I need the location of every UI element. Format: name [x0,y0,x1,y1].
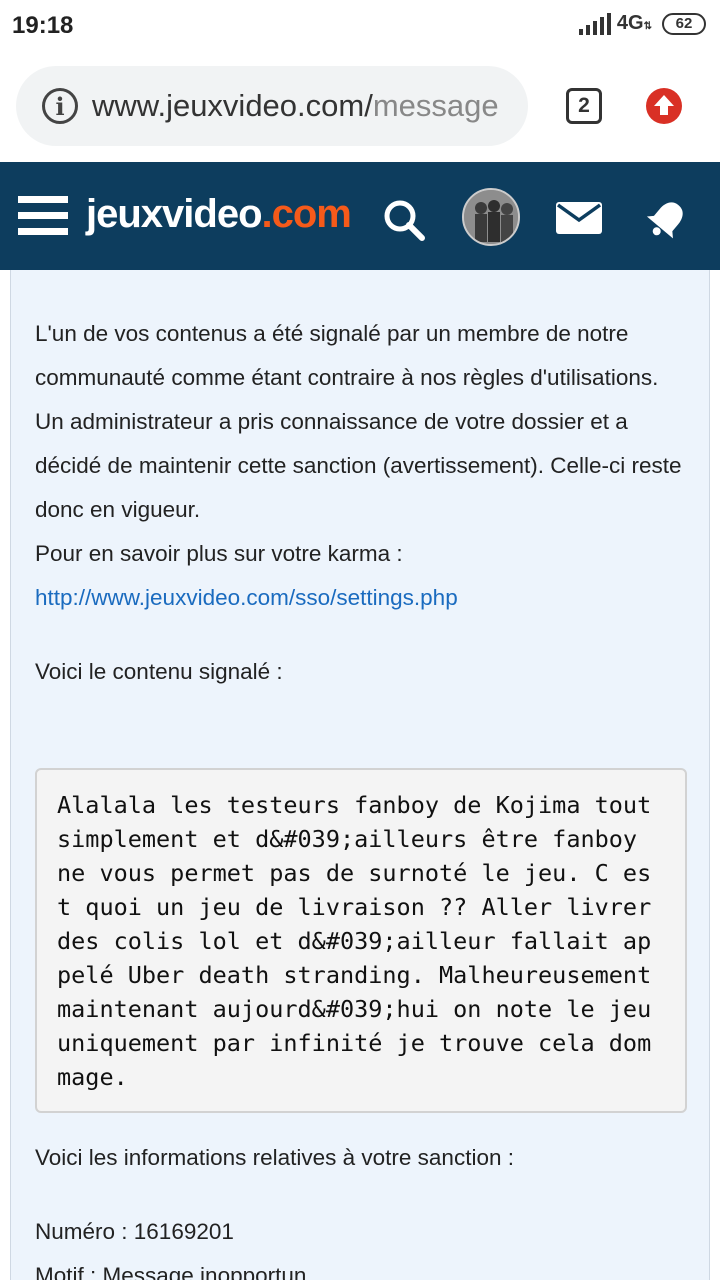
quote-line: mage. [57,1063,128,1091]
quote-line: Alalala les testeurs fanboy de Kojima to… [57,791,652,819]
status-bar: 19:18 4G⇅ 62 [0,0,720,52]
karma-label: Pour en savoir plus sur votre karma : [35,541,403,566]
url-rest: message [372,88,499,123]
signal-icon [578,12,611,35]
site-logo[interactable]: jeuxvideo.com [86,192,352,237]
quote-line: ne vous permet pas de surnoté le jeu. C … [57,859,652,887]
quote-line: simplement et d&#039;ailleurs être fanbo… [57,825,638,853]
status-indicators: 4G⇅ 62 [578,12,706,35]
upload-arrow-icon [654,95,674,115]
quote-line: t quoi un jeu de livraison ?? Aller livr… [57,893,652,921]
site-header: jeuxvideo.com [0,162,720,270]
network-type: 4G⇅ [616,12,652,34]
status-time: 19:18 [12,12,74,39]
reported-content: Alalala les testeurs fanboy de Kojima to… [57,788,665,1094]
update-button[interactable] [646,88,682,124]
bell-icon[interactable] [644,196,690,242]
sanction-motif: Motif : Message inopportun [35,1263,307,1280]
address-bar[interactable]: i www.jeuxvideo.com/message [16,66,528,146]
quote-line: uniquement par infinité je trouve cela d… [57,1029,652,1057]
avatar-image [464,190,518,244]
mail-icon[interactable] [556,202,602,234]
sanction-intro: Voici les informations relatives à votre… [35,1145,514,1170]
battery-icon: 62 [662,12,706,35]
url-text[interactable]: www.jeuxvideo.com/message [92,88,499,124]
sanction-numero: Numéro : 16169201 [35,1219,234,1244]
karma-link[interactable]: http://www.jeuxvideo.com/sso/settings.ph… [35,576,695,620]
url-main: www.jeuxvideo.com/ [92,88,373,123]
tab-switcher-button[interactable]: 2 [566,88,602,124]
message-body: L'un de vos contenus a été signalé par u… [35,312,695,694]
quote-line: des colis lol et d&#039;ailleur fallait … [57,927,652,955]
menu-icon[interactable] [18,196,68,236]
info-icon[interactable]: i [42,88,78,124]
paragraph-2: Un administrateur a pris connaissance de… [35,409,682,522]
user-avatar[interactable] [462,188,520,246]
sanction-info: Voici les informations relatives à votre… [35,1136,695,1280]
quote-line: pelé Uber death stranding. Malheureuseme… [57,961,652,989]
search-icon[interactable] [382,198,426,242]
reported-intro: Voici le contenu signalé : [35,659,283,684]
quote-line: maintenant aujourd&#039;hui on note le j… [57,995,652,1023]
paragraph-1: L'un de vos contenus a été signalé par u… [35,321,659,390]
message-content: L'un de vos contenus a été signalé par u… [10,270,710,1280]
reported-content-box: Alalala les testeurs fanboy de Kojima to… [35,768,687,1113]
browser-toolbar: i www.jeuxvideo.com/message 2 [0,52,720,162]
